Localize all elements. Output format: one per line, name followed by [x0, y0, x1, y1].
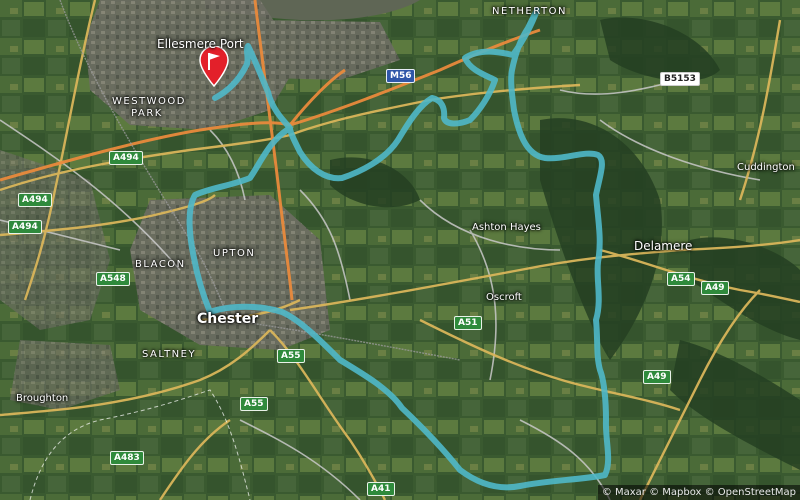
place-oscroft[interactable]: Oscroft — [486, 293, 522, 303]
road-shield-a51: A51 — [454, 316, 482, 330]
road-shield-a494-south: A494 — [8, 220, 42, 234]
road-shield-a548: A548 — [96, 272, 130, 286]
road-shield-a494-west: A494 — [18, 193, 52, 207]
road-shield-a49-south: A49 — [643, 370, 671, 384]
place-westwood-park-label: WESTWOOD PARK — [112, 96, 186, 119]
road-shield-a54: A54 — [667, 272, 695, 286]
place-ellesmere-port[interactable]: Ellesmere Port — [157, 38, 244, 50]
road-shield-b5153: B5153 — [660, 72, 700, 86]
marker-pin-shape — [199, 46, 229, 88]
place-cuddington[interactable]: Cuddington — [737, 163, 795, 173]
place-westwood-park[interactable]: WESTWOOD PARK — [112, 96, 186, 120]
place-blacon[interactable]: BLACON — [135, 259, 186, 271]
map-attribution[interactable]: © Maxar © Mapbox © OpenStreetMap — [597, 485, 800, 500]
road-shield-a49-north: A49 — [701, 281, 729, 295]
road-shield-a483: A483 — [110, 451, 144, 465]
road-shield-a494-east: A494 — [109, 151, 143, 165]
place-chester[interactable]: Chester — [197, 312, 258, 326]
place-delamere[interactable]: Delamere — [634, 240, 692, 252]
road-shield-a55-south: A55 — [240, 397, 268, 411]
place-ashton-hayes[interactable]: Ashton Hayes — [472, 223, 541, 233]
road-shield-a41: A41 — [367, 482, 395, 496]
road-shield-m56: M56 — [386, 69, 416, 83]
map-view[interactable]: Ellesmere Port WESTWOOD PARK NETHERTON U… — [0, 0, 800, 500]
place-netherton[interactable]: NETHERTON — [492, 6, 567, 18]
place-saltney[interactable]: SALTNEY — [142, 349, 196, 361]
road-shield-a55-north: A55 — [277, 349, 305, 363]
place-broughton[interactable]: Broughton — [16, 394, 68, 404]
start-flag-icon[interactable] — [196, 46, 232, 88]
place-upton[interactable]: UPTON — [213, 248, 255, 260]
